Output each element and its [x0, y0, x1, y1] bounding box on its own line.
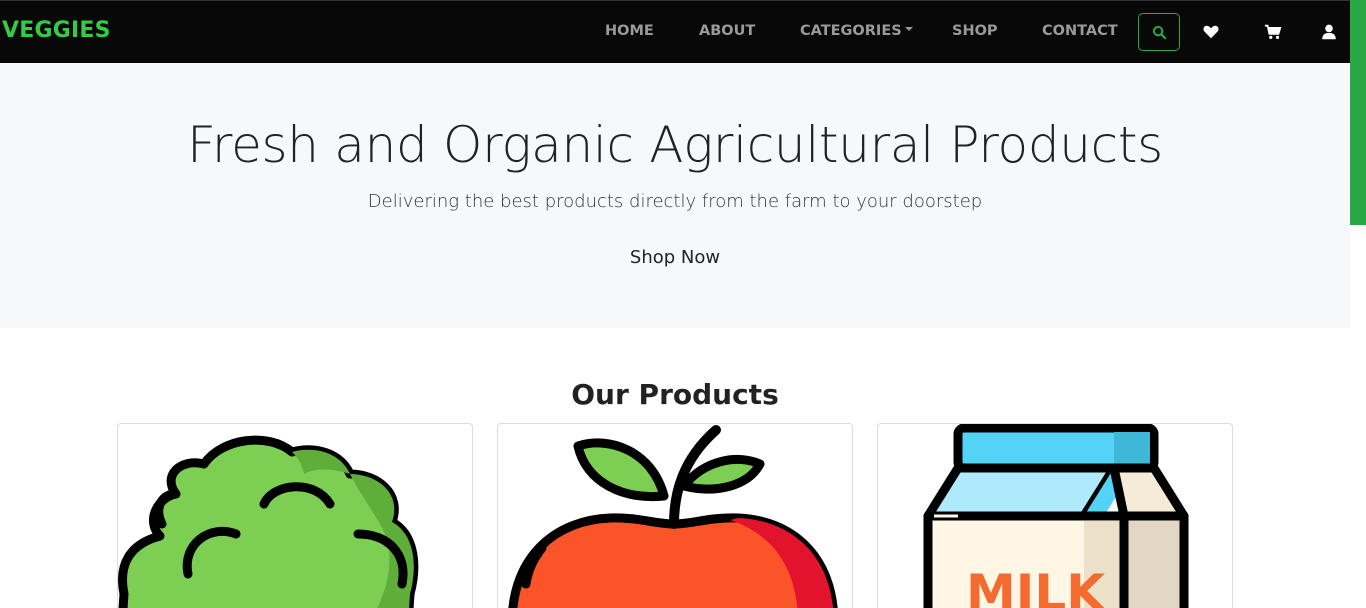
- nav-contact[interactable]: CONTACT: [1042, 23, 1118, 39]
- broccoli-image: [118, 435, 419, 608]
- nav-about[interactable]: ABOUT: [699, 23, 755, 39]
- product-card-milk[interactable]: MILK: [877, 423, 1233, 608]
- products-title: Our Products: [571, 378, 779, 411]
- page: VEGGIES HOME ABOUT CATEGORIES SHOP CONTA…: [0, 0, 1366, 608]
- nav-shop[interactable]: SHOP: [952, 23, 998, 39]
- shop-now-button[interactable]: Shop Now: [612, 241, 738, 279]
- user-icon[interactable]: [1320, 23, 1338, 41]
- search-icon: [1152, 25, 1167, 40]
- nav-categories-label: CATEGORIES: [800, 23, 902, 39]
- nav-home[interactable]: HOME: [605, 23, 654, 39]
- heart-icon[interactable]: [1202, 23, 1220, 41]
- product-card-apple[interactable]: [497, 423, 853, 608]
- cart-icon[interactable]: [1264, 23, 1282, 41]
- milk-label: MILK: [966, 564, 1107, 608]
- nav-categories-dropdown[interactable]: CATEGORIES: [800, 23, 913, 39]
- hero-section: Fresh and Organic Agricultural Products …: [0, 63, 1350, 328]
- caret-down-icon: [904, 27, 913, 31]
- hero-subtitle: Delivering the best products directly fr…: [367, 191, 983, 212]
- hero-title: Fresh and Organic Agricultural Products: [187, 116, 1163, 174]
- brand-logo[interactable]: VEGGIES: [2, 18, 111, 43]
- apple-image: [508, 425, 838, 608]
- milk-image: MILK: [923, 424, 1189, 608]
- search-button[interactable]: [1138, 13, 1180, 51]
- product-card-broccoli[interactable]: [117, 423, 473, 608]
- navbar: VEGGIES HOME ABOUT CATEGORIES SHOP CONTA…: [0, 0, 1350, 63]
- scrollbar-thumb[interactable]: [1350, 0, 1366, 225]
